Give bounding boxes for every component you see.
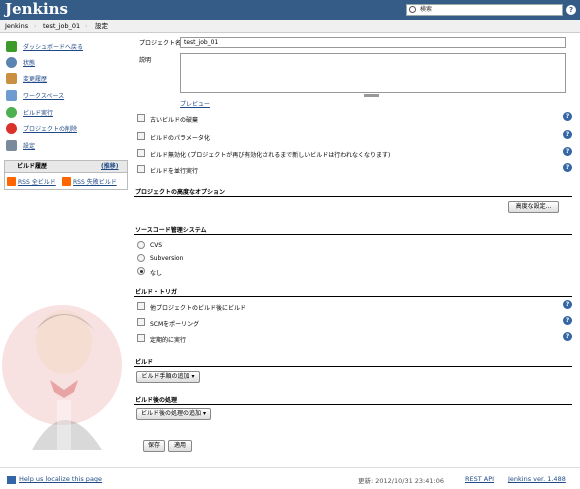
project-name-label: プロジェクト名 (139, 40, 182, 47)
sidebar-item-status[interactable]: 状態 (6, 56, 35, 69)
concurrent-build-checkbox[interactable] (137, 165, 145, 173)
scm-cvs-radio[interactable] (137, 241, 145, 249)
jenkins-logo[interactable]: Jenkins (5, 0, 68, 19)
wrench-icon (6, 140, 17, 151)
preview-link[interactable]: プレビュー (180, 99, 210, 108)
build-history-title: ビルド履歴 (17, 163, 48, 170)
help-icon[interactable]: ? (563, 316, 572, 325)
rest-api-link[interactable]: REST API (465, 475, 494, 483)
help-icon[interactable]: ? (563, 147, 572, 156)
description-label: 説明 (139, 57, 152, 64)
discard-old-builds-checkbox[interactable] (137, 114, 145, 122)
periodic-build-checkbox[interactable] (137, 334, 145, 342)
poll-scm-checkbox[interactable] (137, 318, 145, 326)
concurrent-build-label: ビルドを並行実行 (150, 168, 199, 175)
divider (134, 296, 572, 297)
footer: Help us localize this page 更新: 2012/10/3… (0, 467, 580, 489)
search-input[interactable]: 検索 (406, 4, 563, 16)
sidebar-item-label[interactable]: 設定 (23, 141, 35, 150)
rss-failed-link[interactable]: RSS 失敗ビルド (62, 177, 117, 186)
folder-icon (6, 90, 17, 101)
breadcrumb-separator-icon: › (85, 22, 88, 30)
sidebar-item-build-now[interactable]: ビルド実行 (6, 106, 53, 119)
help-icon[interactable]: ? (563, 163, 572, 172)
clock-icon (6, 107, 17, 118)
discard-old-builds-label: 古いビルドの破棄 (150, 117, 199, 124)
trend-link[interactable]: (推移) (101, 161, 119, 172)
translate-icon (7, 476, 16, 484)
disable-build-label: ビルド無効化 (プロジェクトが再び有効化されるまで新しいビルドは行われなくなりま… (150, 152, 391, 159)
divider (134, 234, 572, 235)
sidebar-item-label[interactable]: 状態 (23, 58, 35, 67)
breadcrumb-configure[interactable]: 設定 (95, 20, 108, 32)
up-arrow-icon (6, 41, 17, 52)
scm-none-radio[interactable] (137, 267, 145, 275)
advanced-button[interactable]: 高度な設定... (508, 201, 559, 213)
poll-scm-label: SCMをポーリング (150, 321, 200, 328)
textarea-resize-handle[interactable] (364, 94, 379, 97)
scm-none-label: なし (150, 270, 163, 277)
top-header: Jenkins 検索 ? (0, 0, 580, 20)
build-heading: ビルド (135, 359, 154, 366)
search-icon (409, 6, 416, 13)
breadcrumb-jenkins[interactable]: Jenkins (5, 20, 28, 32)
jenkins-butler-image (2, 305, 122, 460)
sidebar-item-label[interactable]: ビルド実行 (23, 108, 53, 117)
add-build-step-button[interactable]: ビルド手順の追加 ▾ (136, 371, 200, 383)
advanced-options-heading: プロジェクトの高度なオプション (135, 189, 226, 196)
build-triggers-heading: ビルド・トリガ (135, 289, 178, 296)
description-textarea[interactable] (180, 53, 566, 93)
disable-build-checkbox[interactable] (137, 149, 145, 157)
periodic-build-label: 定期的に実行 (150, 337, 187, 344)
version-link[interactable]: Jenkins ver. 1.488 (508, 475, 566, 483)
apply-button[interactable]: 適用 (168, 440, 192, 452)
sidebar-item-delete[interactable]: プロジェクトの削除 (6, 122, 77, 135)
divider (134, 196, 572, 197)
help-icon[interactable]: ? (563, 112, 572, 121)
sidebar-item-label[interactable]: ダッシュボードへ戻る (23, 42, 83, 51)
rss-all-link[interactable]: RSS 全ビルド (7, 177, 56, 186)
sidebar-item-changes[interactable]: 変更履歴 (6, 72, 47, 85)
help-icon[interactable]: ? (563, 130, 572, 139)
scm-cvs-label: CVS (150, 242, 163, 249)
sidebar-item-workspace[interactable]: ワークスペース (6, 89, 64, 102)
build-history-panel: ビルド履歴 (推移) RSS 全ビルド RSS 失敗ビルド (4, 160, 128, 190)
build-history-header: ビルド履歴 (推移) (5, 161, 127, 173)
localize-link[interactable]: Help us localize this page (19, 475, 102, 483)
scm-subversion-radio[interactable] (137, 254, 145, 262)
parameterized-label: ビルドのパラメータ化 (150, 135, 210, 142)
add-post-build-button[interactable]: ビルド後の処理の追加 ▾ (136, 408, 211, 420)
divider (134, 404, 572, 405)
rss-failed-label[interactable]: RSS 失敗ビルド (73, 177, 117, 186)
scm-subversion-label: Subversion (150, 255, 184, 262)
page-updated-time: 更新: 2012/10/31 23:41:06 (358, 477, 444, 485)
no-entry-icon (6, 123, 17, 134)
sidebar-item-label[interactable]: ワークスペース (23, 91, 64, 100)
sidebar-item-label[interactable]: プロジェクトの削除 (23, 124, 77, 133)
sidebar-item-configure[interactable]: 設定 (6, 139, 35, 152)
magnifier-icon (6, 57, 17, 68)
sidebar-item-dashboard[interactable]: ダッシュボードへ戻る (6, 40, 83, 53)
notepad-icon (6, 73, 17, 84)
help-icon[interactable]: ? (566, 5, 576, 15)
save-button[interactable]: 保存 (143, 440, 165, 452)
trigger-after-other-checkbox[interactable] (137, 302, 145, 310)
rss-all-label[interactable]: RSS 全ビルド (18, 177, 56, 186)
divider (134, 366, 572, 367)
help-icon[interactable]: ? (563, 332, 572, 341)
rss-icon (7, 177, 16, 186)
trigger-after-other-label: 他プロジェクトのビルド後にビルド (150, 305, 247, 312)
breadcrumb-job[interactable]: test_job_01 (43, 20, 80, 32)
sidebar-item-label[interactable]: 変更履歴 (23, 74, 47, 83)
rss-icon (62, 177, 71, 186)
breadcrumb: Jenkins › test_job_01 › 設定 (0, 20, 580, 33)
project-name-input[interactable]: test_job_01 (180, 37, 566, 48)
post-build-heading: ビルド後の処理 (135, 397, 178, 404)
parameterized-checkbox[interactable] (137, 132, 145, 140)
breadcrumb-separator-icon: › (34, 22, 37, 30)
search-placeholder: 検索 (420, 6, 433, 13)
scm-heading: ソースコード管理システム (135, 227, 207, 234)
help-icon[interactable]: ? (563, 300, 572, 309)
